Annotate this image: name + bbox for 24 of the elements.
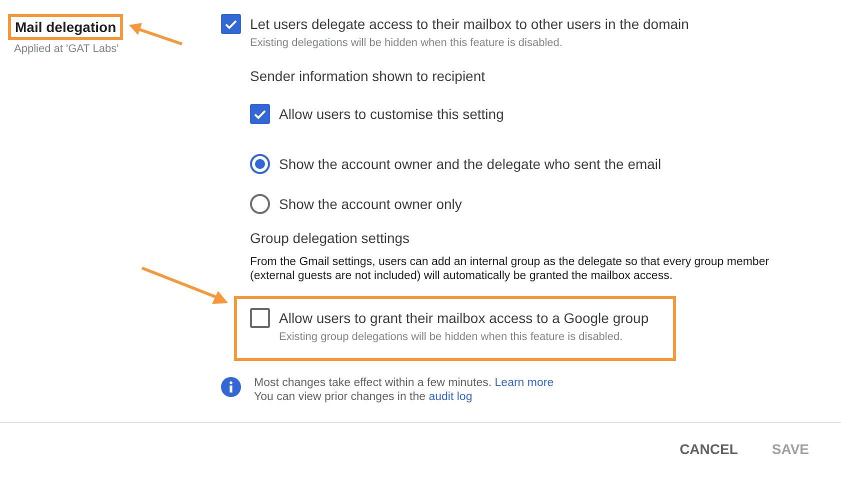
radio-label: Show the account owner and the delegate who sent the email <box>279 156 662 172</box>
description-text: From the Gmail settings, users can add an internal group as the delegate so that every group member (external guests are not included) will automatically be granted the mailbox access. <box>250 255 770 283</box>
info-icon <box>221 377 241 397</box>
info-text: You can view prior changes in the audit log <box>254 391 474 403</box>
link[interactable]: audit log <box>428 391 472 403</box>
radio-button[interactable] <box>250 154 270 174</box>
checkbox[interactable] <box>250 308 270 328</box>
checkbox-label: Allow users to customise this setting <box>279 106 504 122</box>
link[interactable]: Learn more <box>494 377 554 389</box>
subheading: Sender information shown to recipient <box>250 68 486 84</box>
radio-label: Show the account owner only <box>279 196 462 212</box>
hint-text: Existing delegations will be hidden when this feature is disabled. <box>250 37 564 49</box>
checkbox[interactable] <box>221 14 241 34</box>
checkbox-label: Allow users to grant their mailbox access to a Google group <box>279 310 649 326</box>
checkbox[interactable] <box>250 104 270 124</box>
scope-label: Applied at 'GAT Labs' <box>14 43 120 55</box>
cancel-button[interactable]: CANCEL <box>668 433 750 465</box>
checkbox-label: Let users delegate access to their mailbox to other users in the domain <box>250 16 689 32</box>
hint-text: Existing group delegations will be hidden when this feature is disabled. <box>279 331 624 343</box>
arrow <box>128 22 184 46</box>
section-title: Mail delegation <box>8 14 124 40</box>
subheading: Group delegation settings <box>250 230 411 246</box>
radio-button[interactable] <box>250 194 270 214</box>
info-text: Most changes take effect within a few minutes. Learn more <box>254 377 554 389</box>
